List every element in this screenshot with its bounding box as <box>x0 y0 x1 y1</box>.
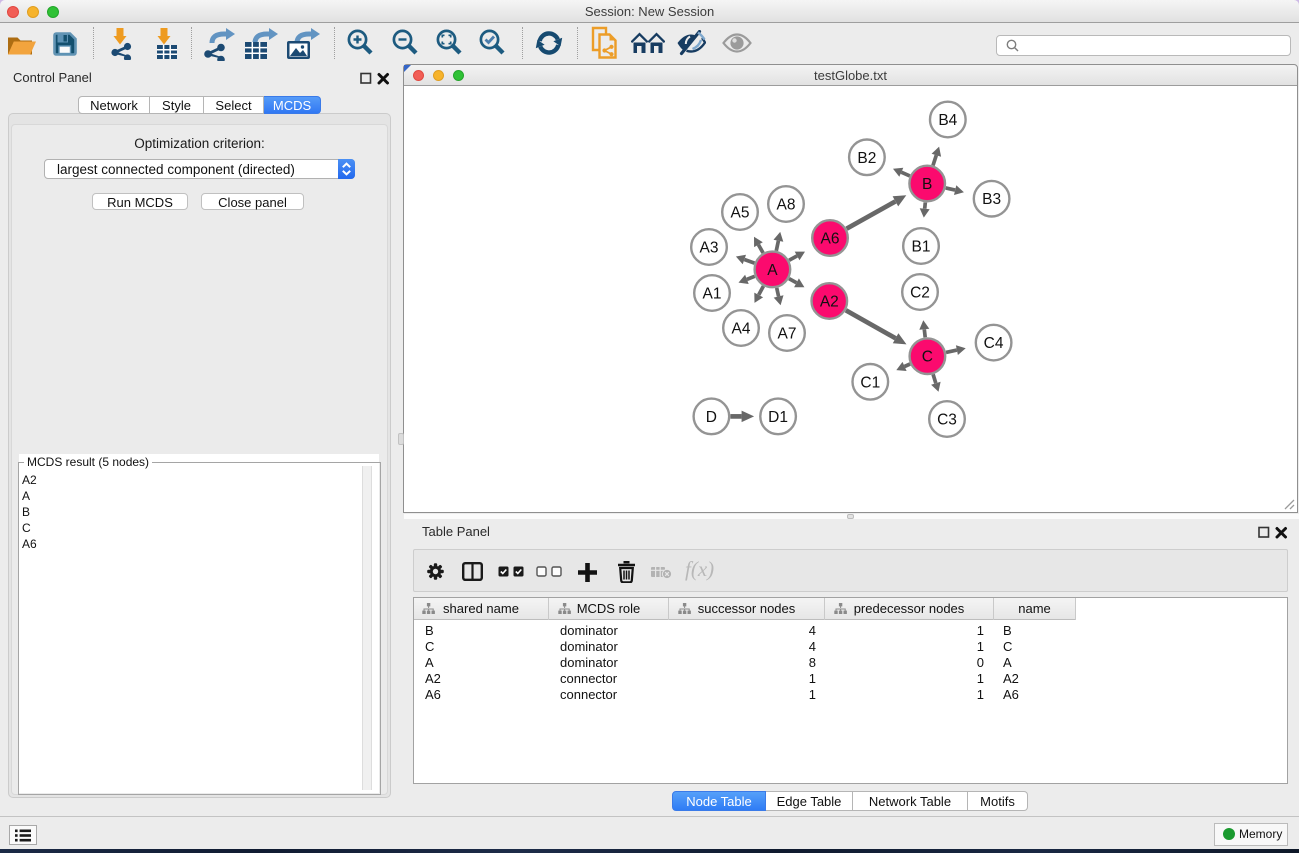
svg-text:C2: C2 <box>910 285 930 302</box>
svg-text:A7: A7 <box>778 326 797 343</box>
svg-text:B3: B3 <box>982 191 1001 208</box>
svg-text:A2: A2 <box>820 294 839 311</box>
svg-text:A5: A5 <box>731 205 750 222</box>
svg-text:D1: D1 <box>768 409 788 426</box>
svg-text:A1: A1 <box>703 286 722 303</box>
svg-text:B2: B2 <box>857 150 876 167</box>
svg-text:A6: A6 <box>821 231 840 248</box>
svg-text:C: C <box>922 349 933 366</box>
svg-text:A4: A4 <box>732 321 751 338</box>
svg-text:B4: B4 <box>938 112 957 129</box>
svg-text:A3: A3 <box>700 240 719 257</box>
svg-text:B: B <box>922 176 932 193</box>
svg-text:C3: C3 <box>937 412 957 429</box>
svg-text:A8: A8 <box>777 197 796 214</box>
svg-text:C1: C1 <box>860 374 880 391</box>
svg-text:D: D <box>706 409 717 426</box>
svg-text:B1: B1 <box>912 239 931 256</box>
svg-text:A: A <box>767 262 778 279</box>
svg-text:C4: C4 <box>984 335 1004 352</box>
